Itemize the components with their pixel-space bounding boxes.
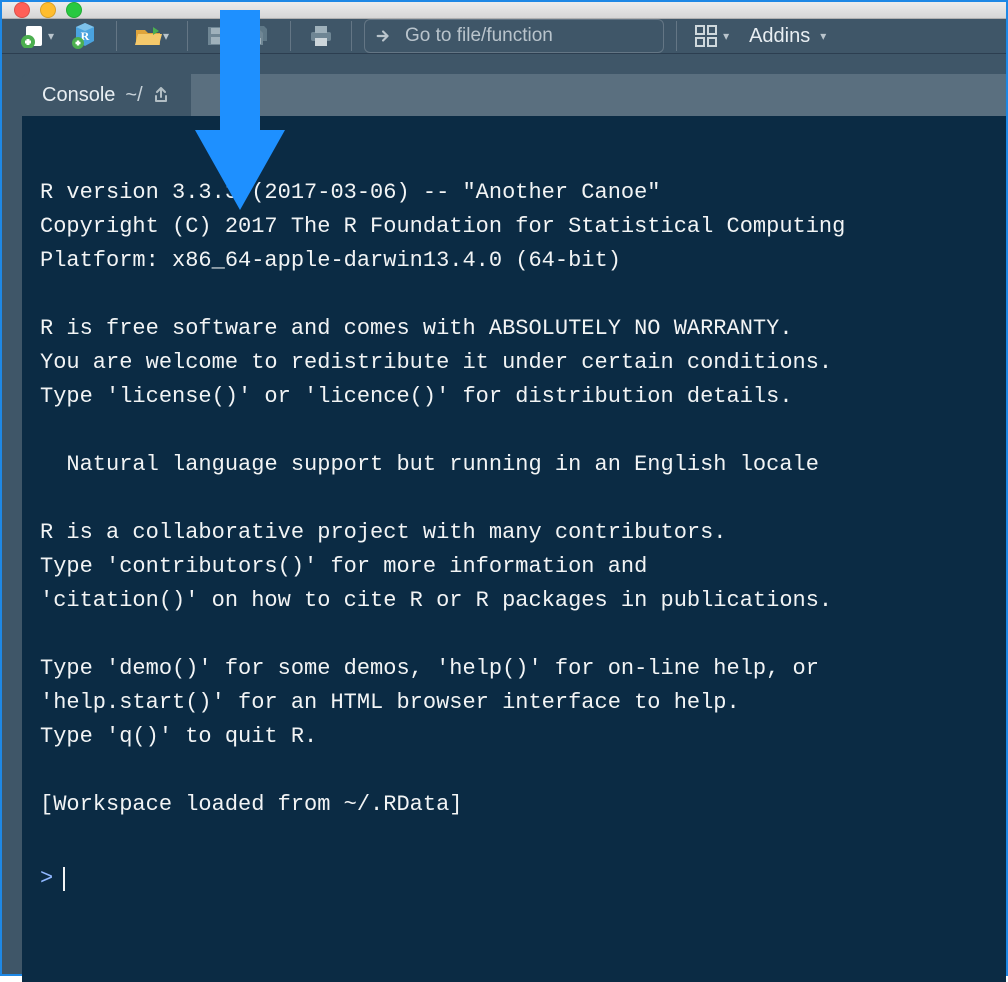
- console-prompt[interactable]: >: [40, 862, 988, 896]
- grid-button[interactable]: ▾: [689, 20, 735, 52]
- new-file-icon: [20, 24, 48, 48]
- console-output[interactable]: R version 3.3.3 (2017-03-06) -- "Another…: [22, 116, 1006, 982]
- new-project-icon: R: [72, 23, 98, 49]
- goto-input[interactable]: [403, 24, 649, 48]
- addins-menu[interactable]: Addins ▾: [741, 25, 834, 48]
- chevron-down-icon: ▾: [820, 29, 826, 43]
- pane-area: Console ~/ R version 3.3.3 (2017-03-06) …: [2, 54, 1006, 982]
- print-button[interactable]: [303, 20, 339, 52]
- rstudio-window: ▾ R ▾: [0, 0, 1008, 976]
- toolbar-separator: [187, 21, 188, 51]
- folder-open-icon: [135, 25, 163, 47]
- console-pane: Console ~/ R version 3.3.3 (2017-03-06) …: [22, 74, 1006, 982]
- chevron-down-icon: ▾: [723, 29, 729, 43]
- save-all-button[interactable]: [240, 20, 278, 52]
- console-tab-label: Console: [42, 84, 115, 107]
- new-file-button[interactable]: ▾: [14, 20, 60, 52]
- console-text: R version 3.3.3 (2017-03-06) -- "Another…: [40, 180, 845, 817]
- save-all-icon: [246, 24, 272, 48]
- titlebar: [2, 0, 1006, 19]
- print-icon: [309, 25, 333, 47]
- main-toolbar: ▾ R ▾: [2, 19, 1006, 54]
- minimize-window-button[interactable]: [40, 2, 56, 18]
- toolbar-separator: [676, 21, 677, 51]
- console-tabstrip: Console ~/: [22, 74, 1006, 116]
- open-file-button[interactable]: ▾: [129, 20, 175, 52]
- prompt-symbol: >: [40, 862, 53, 896]
- zoom-window-button[interactable]: [66, 2, 82, 18]
- popout-icon[interactable]: [153, 86, 171, 104]
- save-icon: [206, 25, 228, 47]
- save-button[interactable]: [200, 20, 234, 52]
- goto-file-function[interactable]: [364, 19, 664, 53]
- close-window-button[interactable]: [14, 2, 30, 18]
- addins-label: Addins: [749, 25, 810, 48]
- chevron-down-icon: ▾: [163, 29, 169, 43]
- cursor: [63, 867, 65, 891]
- console-working-dir: ~/: [125, 84, 142, 107]
- console-tab[interactable]: Console ~/: [22, 74, 191, 116]
- chevron-down-icon: ▾: [48, 29, 54, 43]
- toolbar-separator: [290, 21, 291, 51]
- new-project-button[interactable]: R: [66, 20, 104, 52]
- toolbar-separator: [116, 21, 117, 51]
- goto-arrow-icon: [375, 26, 393, 46]
- grid-icon: [695, 25, 717, 47]
- toolbar-separator: [351, 21, 352, 51]
